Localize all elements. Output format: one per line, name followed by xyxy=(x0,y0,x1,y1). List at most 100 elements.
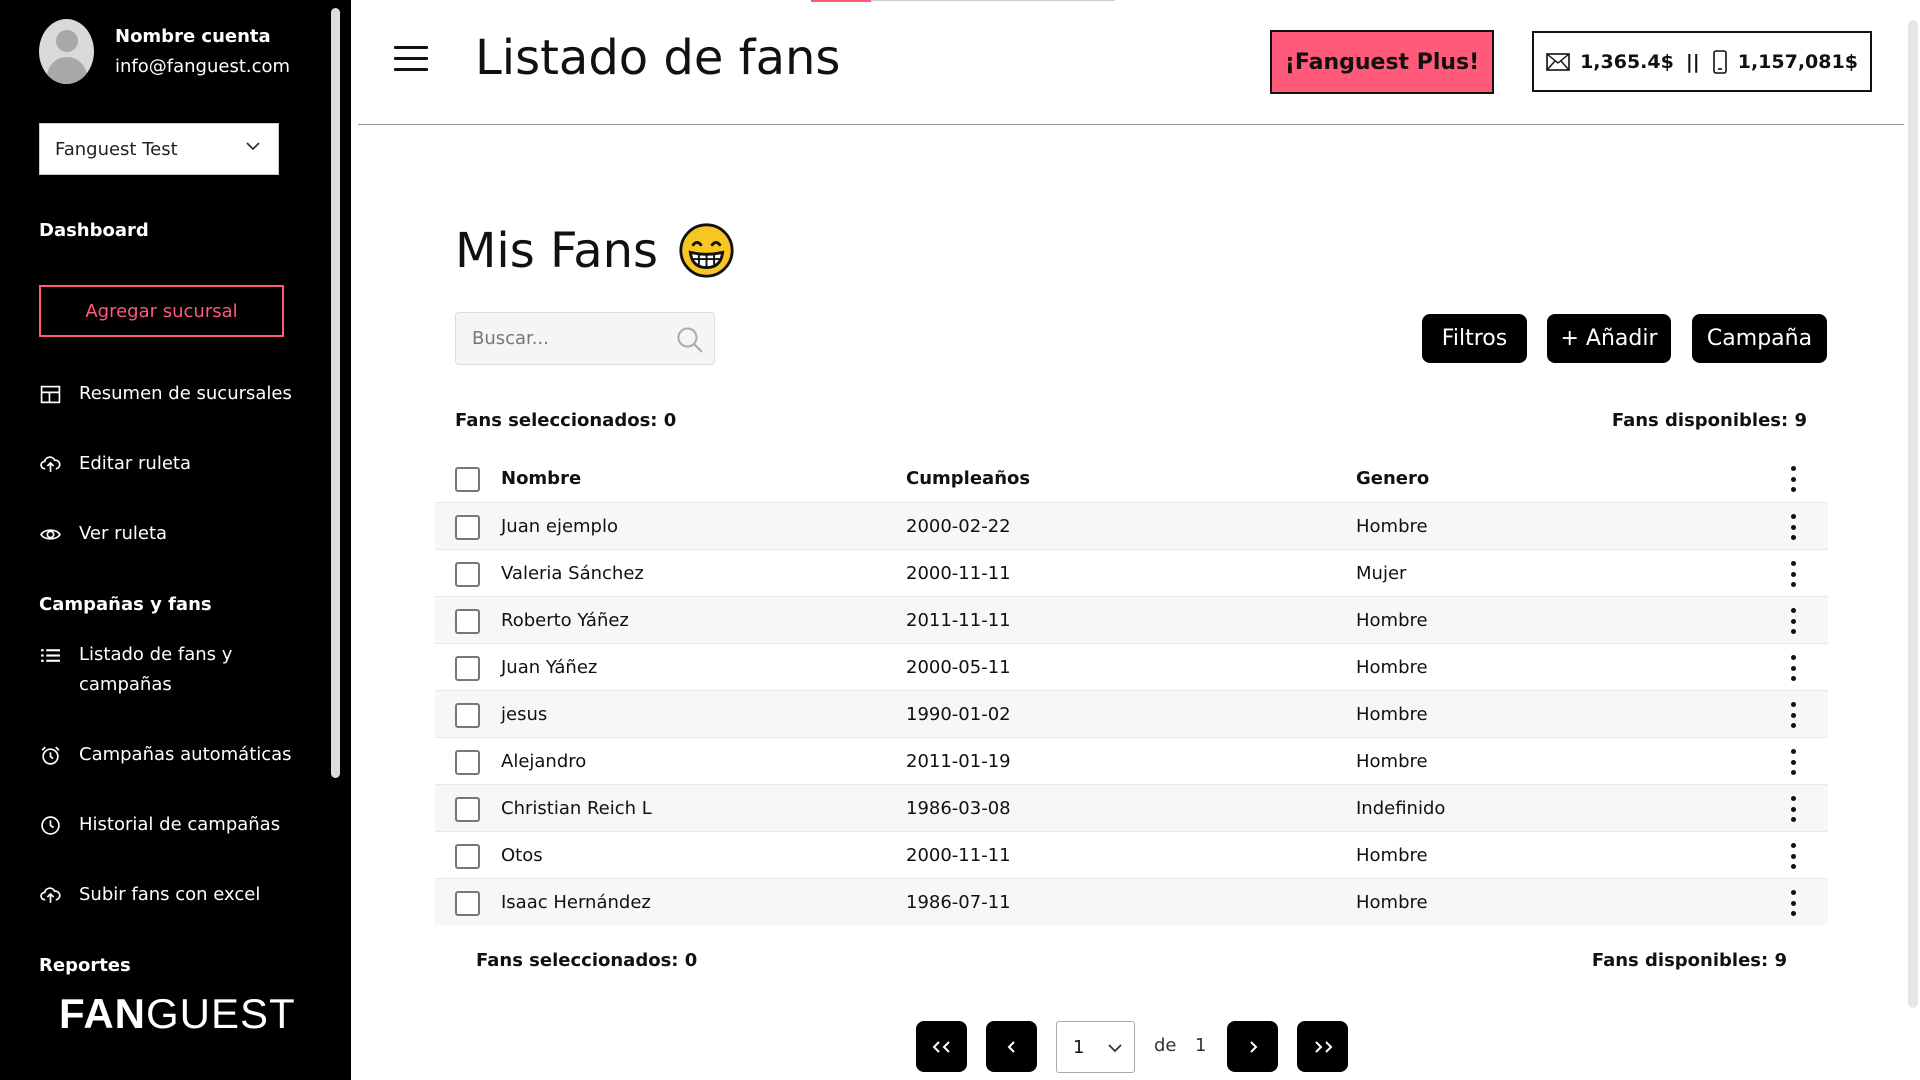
sidebar-item-fan-list[interactable]: Listado de fans y campañas xyxy=(39,640,309,700)
top-progress-track xyxy=(871,0,1115,1)
branch-select[interactable]: Fanguest Test xyxy=(39,123,279,175)
row-options-icon[interactable] xyxy=(1787,795,1799,823)
account-name: Nombre cuenta xyxy=(115,25,271,47)
available-count-top: Fans disponibles: 9 xyxy=(1611,410,1807,431)
chevron-down-icon xyxy=(246,142,260,151)
total-pages: 1 xyxy=(1195,1035,1207,1056)
header-divider xyxy=(358,124,1904,125)
available-count-bottom: Fans disponibles: 9 xyxy=(1591,950,1787,971)
top-progress-accent xyxy=(811,0,871,2)
sidebar-item-branch-summary[interactable]: Resumen de sucursales xyxy=(39,379,309,409)
fan-gender: Mujer xyxy=(1356,562,1407,584)
select-all-checkbox[interactable] xyxy=(455,467,480,492)
sidebar-item-upload-excel[interactable]: Subir fans con excel xyxy=(39,880,309,910)
chevron-right-icon xyxy=(1249,1040,1257,1053)
column-options-icon[interactable] xyxy=(1787,465,1799,493)
section-title-reports: Reportes xyxy=(39,955,131,976)
sidebar-item-view-roulette[interactable]: Ver ruleta xyxy=(39,519,309,549)
table-row[interactable]: Juan ejemplo 2000-02-22 Hombre xyxy=(435,502,1828,549)
row-checkbox[interactable] xyxy=(455,703,480,728)
prev-page-button[interactable] xyxy=(986,1021,1037,1072)
mail-icon xyxy=(1546,52,1570,71)
avatar[interactable] xyxy=(39,19,94,84)
first-page-button[interactable] xyxy=(916,1021,967,1072)
fan-gender: Hombre xyxy=(1356,656,1428,678)
table-row[interactable]: Isaac Hernández 1986-07-11 Hombre xyxy=(435,878,1828,925)
table-row[interactable]: Christian Reich L 1986-03-08 Indefinido xyxy=(435,784,1828,831)
row-checkbox[interactable] xyxy=(455,656,480,681)
row-options-icon[interactable] xyxy=(1787,889,1799,917)
row-options-icon[interactable] xyxy=(1787,654,1799,682)
eye-icon xyxy=(39,528,61,540)
campaign-button[interactable]: Campaña xyxy=(1692,314,1827,363)
sidebar-item-edit-roulette[interactable]: Editar ruleta xyxy=(39,449,309,479)
main-scrollbar[interactable] xyxy=(1908,20,1918,1008)
clock-icon xyxy=(40,815,60,835)
fan-name: Valeria Sánchez xyxy=(501,562,644,584)
section-title-dashboard: Dashboard xyxy=(39,220,149,241)
row-checkbox[interactable] xyxy=(455,750,480,775)
table-row[interactable]: Juan Yáñez 2000-05-11 Hombre xyxy=(435,643,1828,690)
row-checkbox[interactable] xyxy=(455,609,480,634)
fan-gender: Hombre xyxy=(1356,891,1428,913)
section-title: Mis Fans xyxy=(455,222,735,279)
cloud-upload-icon xyxy=(39,455,61,472)
fan-name: Christian Reich L xyxy=(501,797,652,819)
table-row[interactable]: jesus 1990-01-02 Hombre xyxy=(435,690,1828,737)
selected-count-bottom: Fans seleccionados: 0 xyxy=(476,950,698,971)
row-checkbox[interactable] xyxy=(455,515,480,540)
sidebar-item-campaign-history[interactable]: Historial de campañas xyxy=(39,810,309,840)
sidebar-item-label: Listado de fans y campañas xyxy=(79,644,233,695)
fans-table: Nombre Cumpleaños Genero Juan ejemplo 200… xyxy=(435,455,1828,925)
row-options-icon[interactable] xyxy=(1787,748,1799,776)
add-branch-button[interactable]: Agregar sucursal xyxy=(39,285,284,337)
row-options-icon[interactable] xyxy=(1787,607,1799,635)
chevron-down-icon xyxy=(1108,1044,1122,1053)
fan-name: Roberto Yáñez xyxy=(501,609,629,631)
double-chevron-left-icon xyxy=(932,1040,950,1053)
column-header-birthday: Cumpleaños xyxy=(906,468,1031,489)
table-row[interactable]: Roberto Yáñez 2011-11-11 Hombre xyxy=(435,596,1828,643)
balance-separator: || xyxy=(1685,50,1700,73)
sidebar-item-label: Historial de campañas xyxy=(79,814,281,835)
row-options-icon[interactable] xyxy=(1787,513,1799,541)
add-fan-button[interactable]: + Añadir xyxy=(1547,314,1671,363)
row-options-icon[interactable] xyxy=(1787,842,1799,870)
page-of-label: de xyxy=(1154,1035,1177,1056)
chevron-left-icon xyxy=(1007,1040,1015,1053)
table-header-row: Nombre Cumpleaños Genero xyxy=(435,455,1828,502)
layout-icon xyxy=(40,385,60,403)
hamburger-menu-icon[interactable] xyxy=(394,46,428,76)
filters-button[interactable]: Filtros xyxy=(1422,314,1527,363)
fanguest-plus-button[interactable]: ¡Fanguest Plus! xyxy=(1270,30,1494,94)
row-checkbox[interactable] xyxy=(455,844,480,869)
next-page-button[interactable] xyxy=(1227,1021,1278,1072)
search-icon[interactable] xyxy=(676,326,704,354)
table-row[interactable]: Otos 2000-11-11 Hombre xyxy=(435,831,1828,878)
table-row[interactable]: Valeria Sánchez 2000-11-11 Mujer xyxy=(435,549,1828,596)
page-select[interactable]: 1 xyxy=(1056,1021,1135,1073)
fan-birthday: 1990-01-02 xyxy=(906,703,1011,725)
sidebar-item-auto-campaigns[interactable]: Campañas automáticas xyxy=(39,740,309,770)
fan-name: Isaac Hernández xyxy=(501,891,651,913)
fan-gender: Hombre xyxy=(1356,703,1428,725)
double-chevron-right-icon xyxy=(1314,1040,1332,1053)
fan-name: Otos xyxy=(501,844,543,866)
cloud-upload-icon xyxy=(39,886,61,903)
row-options-icon[interactable] xyxy=(1787,701,1799,729)
row-checkbox[interactable] xyxy=(455,891,480,916)
sidebar-scrollbar[interactable] xyxy=(331,8,340,778)
row-checkbox[interactable] xyxy=(455,562,480,587)
sidebar-item-label: Ver ruleta xyxy=(79,523,168,544)
current-page: 1 xyxy=(1073,1036,1085,1058)
selected-count-top: Fans seleccionados: 0 xyxy=(455,410,677,431)
page-title: Listado de fans xyxy=(475,30,841,86)
alarm-icon xyxy=(41,746,59,765)
fan-birthday: 1986-07-11 xyxy=(906,891,1011,913)
last-page-button[interactable] xyxy=(1297,1021,1348,1072)
row-options-icon[interactable] xyxy=(1787,560,1799,588)
table-row[interactable]: Alejandro 2011-01-19 Hombre xyxy=(435,737,1828,784)
column-header-name: Nombre xyxy=(501,468,582,489)
row-checkbox[interactable] xyxy=(455,797,480,822)
search-input[interactable] xyxy=(472,328,662,349)
